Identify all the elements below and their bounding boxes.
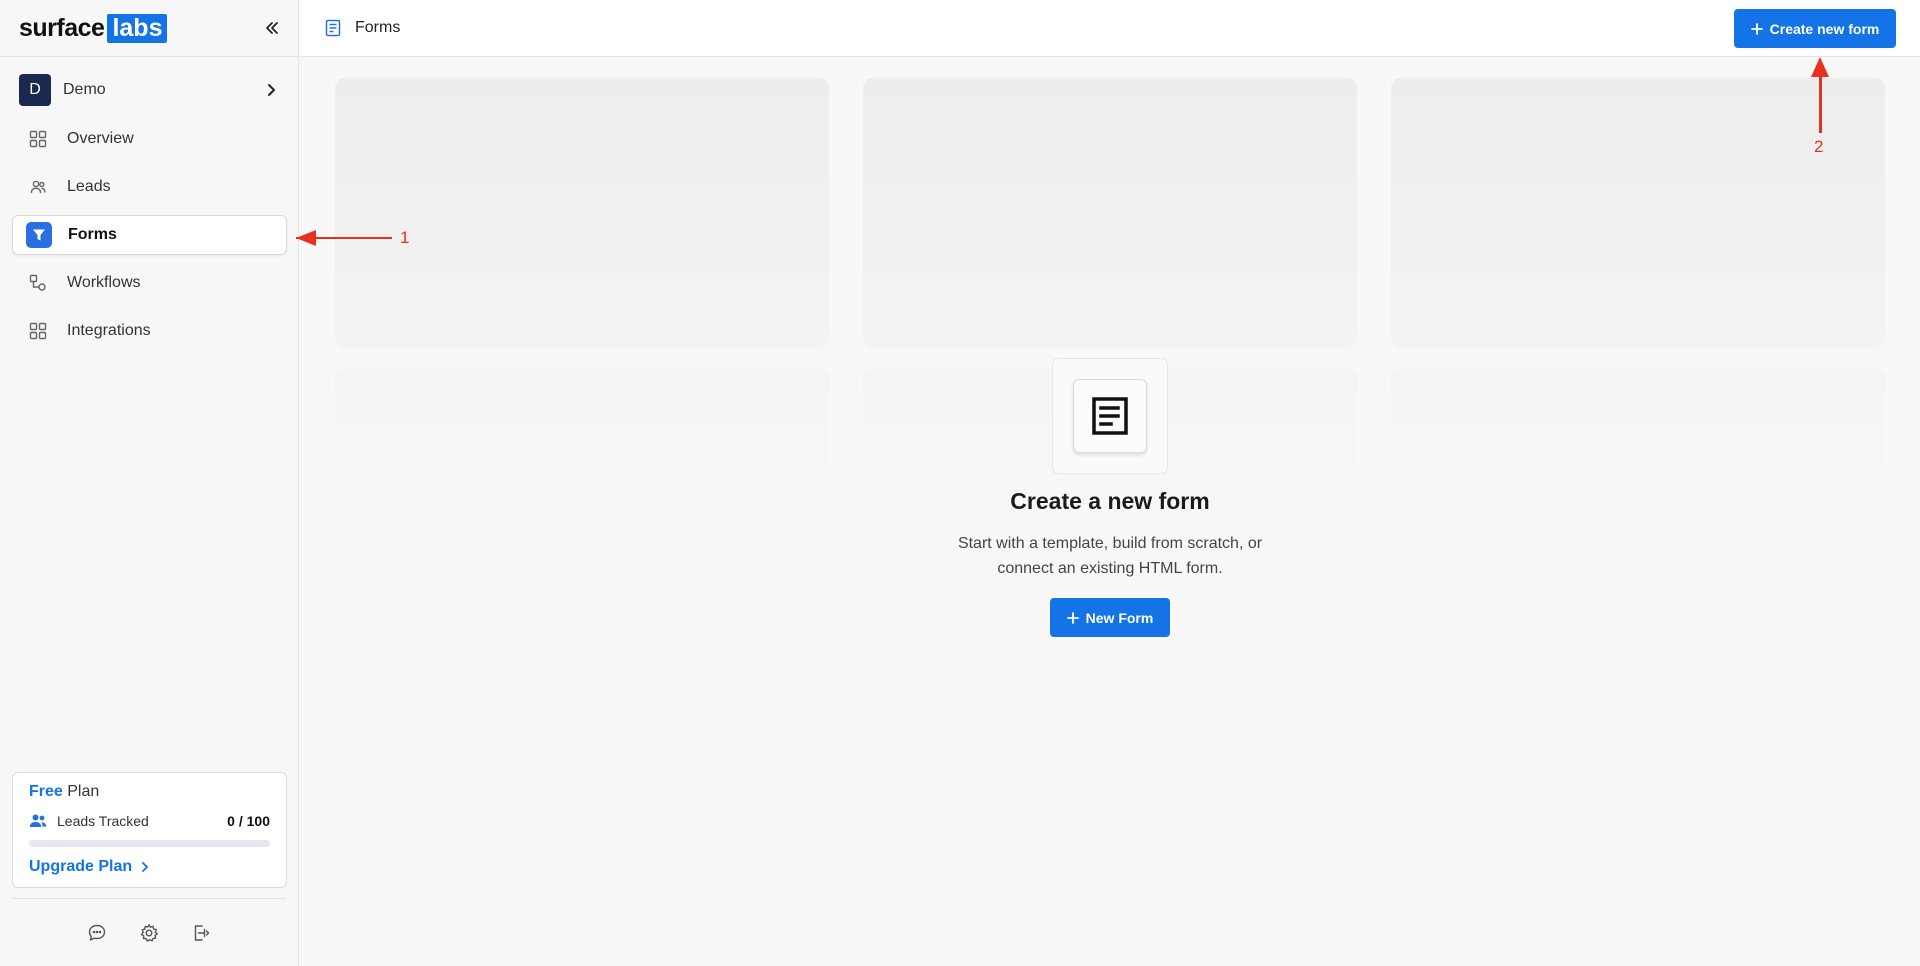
plan-card: Free Plan Leads Tracked 0 / 100 Upgrade … xyxy=(12,772,287,888)
document-icon xyxy=(323,18,343,38)
annotation-arrowhead-1 xyxy=(296,230,316,246)
skeleton-card xyxy=(335,78,829,348)
leads-tracked-row: Leads Tracked 0 / 100 xyxy=(29,813,270,829)
chevron-right-icon xyxy=(268,84,275,96)
create-new-form-label: Create new form xyxy=(1769,20,1880,37)
new-form-button[interactable]: New Form xyxy=(1050,598,1170,637)
annotation-label-1: 1 xyxy=(400,228,410,247)
chevron-right-icon xyxy=(142,862,149,872)
plus-icon xyxy=(1750,22,1763,35)
empty-state-description: Start with a template, build from scratc… xyxy=(900,531,1320,581)
logo-badge: labs xyxy=(107,13,168,43)
upgrade-plan-label: Upgrade Plan xyxy=(29,858,133,875)
sidebar-item-integrations[interactable]: Integrations xyxy=(12,311,287,351)
page-title: Forms xyxy=(355,19,401,36)
header-bar: Forms Create new form xyxy=(300,0,1920,57)
sidebar-item-label: Integrations xyxy=(67,322,151,339)
workspace-switcher[interactable]: D Demo xyxy=(19,73,278,107)
users-icon xyxy=(28,177,48,197)
sidebar-item-label: Forms xyxy=(68,226,117,243)
plan-tier: Free xyxy=(29,783,63,800)
annotation-arrow-2 xyxy=(1819,70,1822,133)
workspace-avatar: D xyxy=(19,74,51,106)
sidebar-item-label: Workflows xyxy=(67,274,141,291)
skeleton-card xyxy=(863,78,1357,348)
sidebar-item-label: Leads xyxy=(67,178,111,195)
skeleton-card xyxy=(335,368,829,643)
filter-icon xyxy=(26,222,52,248)
workspace-name: Demo xyxy=(63,81,106,98)
upgrade-plan-link[interactable]: Upgrade Plan xyxy=(29,858,150,876)
sidebar-item-overview[interactable]: Overview xyxy=(12,119,287,159)
empty-state-icon-frame xyxy=(1052,358,1168,474)
sidebar-item-forms[interactable]: Forms xyxy=(12,215,287,255)
skeleton-card xyxy=(1391,368,1885,643)
sidebar-item-leads[interactable]: Leads xyxy=(12,167,287,207)
double-chevron-left-icon xyxy=(266,22,278,34)
gear-icon[interactable] xyxy=(137,921,161,945)
users-icon xyxy=(29,814,47,827)
plan-label: Plan xyxy=(67,783,100,800)
leads-progress-bar xyxy=(29,840,270,847)
leads-tracked-label: Leads Tracked xyxy=(57,813,149,829)
plan-title: Free Plan xyxy=(29,783,99,801)
empty-state-title: Create a new form xyxy=(1010,488,1210,514)
forms-main: Create a new form Start with a template,… xyxy=(300,58,1920,966)
grid-icon xyxy=(28,321,48,341)
create-new-form-button[interactable]: Create new form xyxy=(1734,9,1896,48)
annotation-arrowhead-2 xyxy=(1811,57,1829,77)
empty-state-description-line: Start with a template, build from scratc… xyxy=(957,535,1263,552)
chat-icon[interactable] xyxy=(85,921,109,945)
workflow-icon xyxy=(28,273,48,293)
logo-text: surface xyxy=(19,13,105,42)
leads-tracked-count: 0 / 100 xyxy=(227,813,270,829)
sidebar: surface labs D Demo Overview Leads Forms xyxy=(0,0,299,966)
sidebar-footer xyxy=(12,898,286,966)
empty-state-description-line: connect an existing HTML form. xyxy=(997,560,1223,577)
sidebar-item-label: Overview xyxy=(67,130,134,147)
new-form-label: New Form xyxy=(1085,609,1154,626)
logo-row: surface labs xyxy=(0,0,298,57)
logout-icon[interactable] xyxy=(189,921,213,945)
sidebar-nav: Overview Leads Forms Workflows Integrati… xyxy=(12,119,287,359)
empty-state-icon-card xyxy=(1073,379,1147,453)
skeleton-card xyxy=(1391,78,1885,348)
grid-icon xyxy=(28,129,48,149)
annotation-label-2: 2 xyxy=(1814,137,1824,156)
plus-icon xyxy=(1066,611,1079,624)
sidebar-item-workflows[interactable]: Workflows xyxy=(12,263,287,303)
collapse-sidebar-button[interactable] xyxy=(260,16,284,40)
document-icon xyxy=(1092,397,1128,435)
